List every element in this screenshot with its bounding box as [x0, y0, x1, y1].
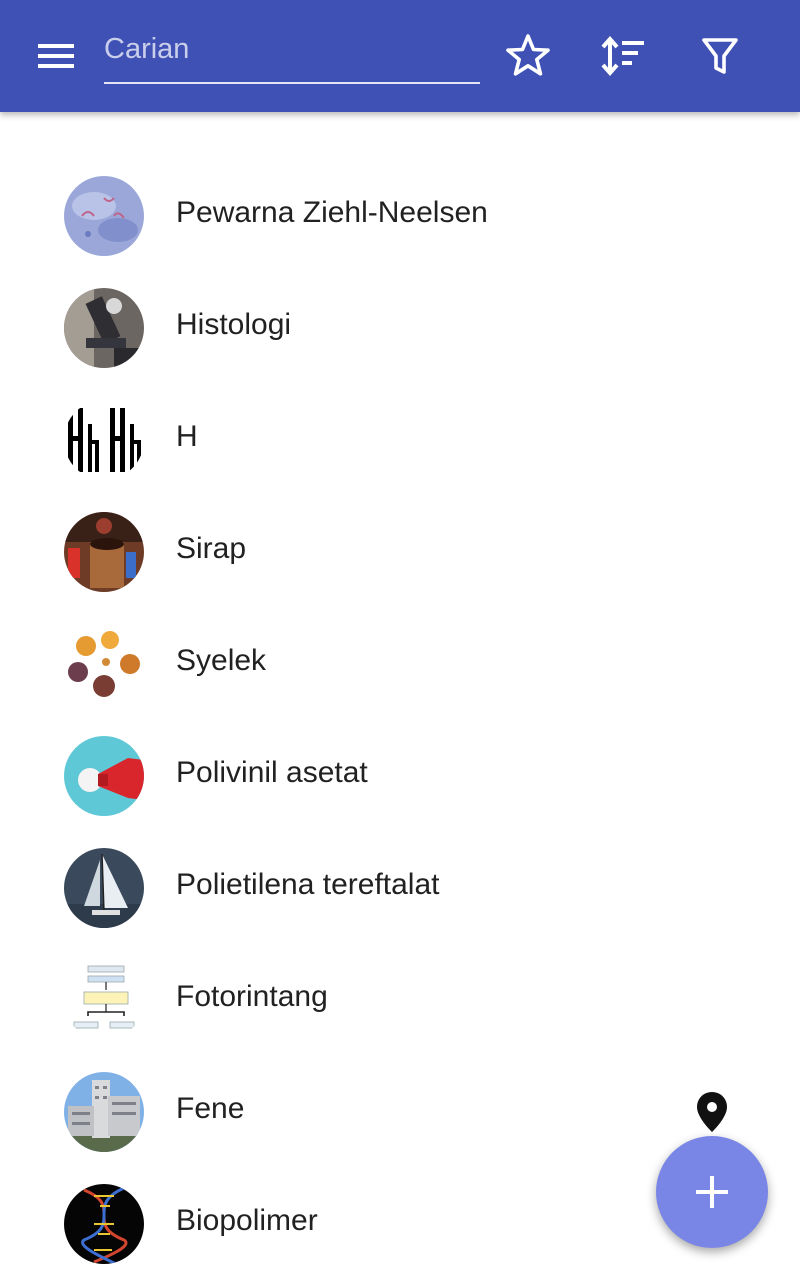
filter-icon[interactable] — [694, 30, 746, 82]
article-list: Pewarna Ziehl-Neelsen Histologi H Sirap … — [0, 160, 800, 1280]
map-pin-icon[interactable] — [692, 1090, 732, 1134]
item-label: Fene — [176, 1092, 245, 1125]
item-label: Polietilena tereftalat — [176, 868, 440, 901]
item-label: Polivinil asetat — [176, 756, 368, 789]
dna-thumbnail — [64, 1184, 144, 1264]
item-label: H — [176, 420, 198, 453]
item-label: Pewarna Ziehl-Neelsen — [176, 196, 488, 229]
list-item[interactable]: H — [0, 384, 800, 496]
item-label: Histologi — [176, 308, 292, 341]
list-item[interactable]: Syelek — [0, 608, 800, 720]
list-item[interactable]: Histologi — [0, 272, 800, 384]
building-thumbnail — [64, 1072, 144, 1152]
letter-h-thumbnail — [64, 400, 144, 480]
search-field — [104, 22, 480, 84]
microscope-thumbnail — [64, 288, 144, 368]
ziehl-neelsen-thumbnail — [64, 176, 144, 256]
sort-icon[interactable] — [598, 30, 650, 82]
sailboat-thumbnail — [64, 848, 144, 928]
item-label: Fotorintang — [176, 980, 328, 1013]
syrup-thumbnail — [64, 512, 144, 592]
star-icon[interactable] — [502, 30, 554, 82]
plus-icon — [696, 1176, 728, 1208]
list-item[interactable]: Polivinil asetat — [0, 720, 800, 832]
item-label: Biopolimer — [176, 1204, 318, 1237]
app-bar — [0, 0, 800, 112]
search-input[interactable] — [104, 30, 480, 68]
list-item[interactable]: Fotorintang — [0, 944, 800, 1056]
shellac-thumbnail — [64, 624, 144, 704]
list-item[interactable]: Pewarna Ziehl-Neelsen — [0, 160, 800, 272]
item-label: Syelek — [176, 644, 267, 677]
add-fab-button[interactable] — [656, 1136, 768, 1248]
glue-bottle-thumbnail — [64, 736, 144, 816]
list-item[interactable]: Sirap — [0, 496, 800, 608]
diagram-thumbnail — [64, 960, 144, 1040]
item-label: Sirap — [176, 532, 247, 565]
list-item[interactable]: Polietilena tereftalat — [0, 832, 800, 944]
hamburger-menu-icon[interactable] — [34, 36, 78, 76]
